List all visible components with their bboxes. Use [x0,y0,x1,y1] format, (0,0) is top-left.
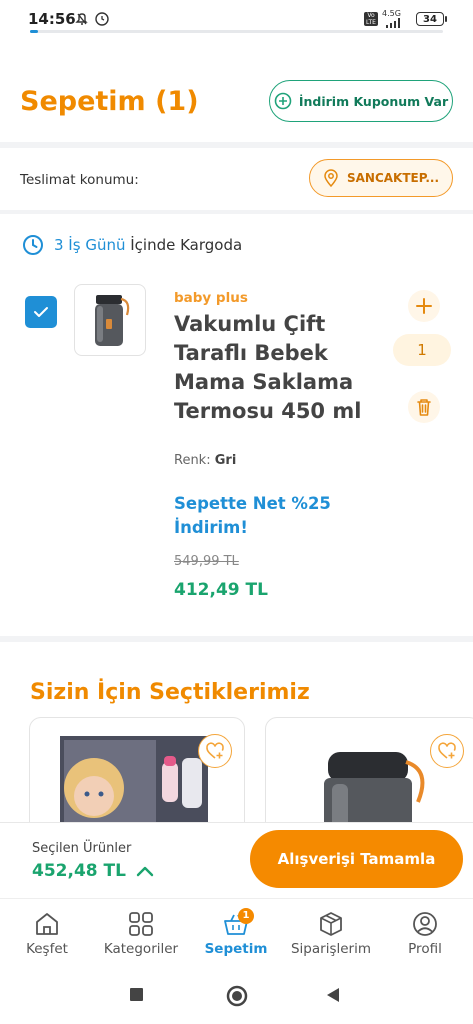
bottom-nav: Keşfet Kategoriler 1 Sepetim Siparişleri… [0,898,473,967]
product-color: Renk: Gri [174,453,236,468]
delivery-label: Teslimat konumu: [20,172,139,188]
complete-purchase-button[interactable]: Alışverişi Tamamla [250,830,463,888]
cart-header: Sepetim (1) İndirim Kuponum Var [0,40,473,142]
loading-progress-fill [30,30,39,33]
nav-item-kategoriler[interactable]: Kategoriler [94,899,188,967]
check-icon [34,307,48,317]
nav-label: Siparişlerim [290,941,371,957]
battery-indicator: 34 [416,12,447,26]
nav-label: Kategoriler [103,941,179,957]
plus-circle-icon [274,92,292,110]
new-price: 412,49 TL [174,580,268,600]
mute-alarm-icons [75,12,109,26]
checkout-bar: Seçilen Ürünler 452,48 TL Alışverişi Tam… [0,822,473,899]
discount-coupon-button[interactable]: İndirim Kuponum Var [269,80,453,122]
system-nav-bar [0,966,473,1024]
recent-apps-icon[interactable] [128,986,146,1004]
home-button-icon[interactable] [225,984,249,1008]
cart-item-card: 3 İş Günü İçinde Kargoda baby plus Vakum… [0,214,473,636]
nav-item-kesfet[interactable]: Keşfet [0,899,94,967]
quantity-increase-button[interactable] [408,290,440,322]
heart-add-icon [438,742,456,759]
plus-icon [416,298,432,314]
nav-item-siparislerim[interactable]: Siparişlerim [284,899,378,967]
delivery-location-bar: Teslimat konumu: SANCAKTEP... [0,148,473,210]
trash-icon [417,399,431,416]
selected-products-label: Seçilen Ürünler [32,841,132,856]
shipping-suffix: İçinde Kargoda [130,236,243,254]
old-price: 549,99 TL [174,554,239,569]
nav-item-profil[interactable]: Profil [378,899,472,967]
volte-icon: Vo LTE [364,12,378,26]
status-bar: 14:56 Vo LTE 4.5G 34 [0,0,473,40]
selected-total: 452,48 TL [32,861,126,881]
favorite-button[interactable] [430,734,464,768]
status-icons [74,11,114,31]
product-brand: baby plus [174,290,248,306]
favorite-button[interactable] [198,734,232,768]
location-value: SANCAKTEP... [346,171,439,185]
shipping-info: 3 İş Günü İçinde Kargoda [22,234,242,256]
color-value: Gri [214,453,237,468]
quantity-value: 1 [393,334,451,366]
coupon-button-label: İndirim Kuponum Var [298,93,449,109]
loading-progress-bar [30,30,443,33]
product-thumbnail[interactable] [74,284,146,356]
status-time: 14:56 [28,10,76,28]
signal-icon [386,18,400,28]
package-icon [320,912,342,936]
promo-text: Sepette Net %25 İndirim! [174,494,331,537]
location-select-button[interactable]: SANCAKTEP... [309,159,453,197]
home-icon [36,913,58,935]
clock-icon [23,235,43,255]
nav-label: Keşfet [26,941,68,957]
recommendations-title: Sizin İçin Seçtiklerimiz [30,680,310,705]
recommendations-section: Sizin İçin Seçtiklerimiz [0,642,473,847]
color-label: Renk: [174,453,211,468]
remove-item-button[interactable] [408,391,440,423]
cart-count-badge: 1 [238,908,254,924]
heart-add-icon [206,742,224,759]
nav-label: Sepetim [204,941,268,957]
nav-label: Profil [408,941,442,957]
thermos-image [95,295,130,346]
back-icon[interactable] [324,986,342,1004]
product-name[interactable]: Vakumlu Çift Taraflı Bebek Mama Saklama … [174,310,374,426]
item-select-checkbox[interactable] [25,296,57,328]
chevron-up-icon[interactable] [133,861,157,881]
grid-icon [129,912,153,936]
page-title: Sepetim (1) [20,86,199,117]
location-pin-icon [324,169,338,187]
shipping-days: 3 İş Günü [54,236,126,254]
profile-icon [413,912,437,936]
nav-item-sepetim[interactable]: 1 Sepetim [189,899,283,967]
